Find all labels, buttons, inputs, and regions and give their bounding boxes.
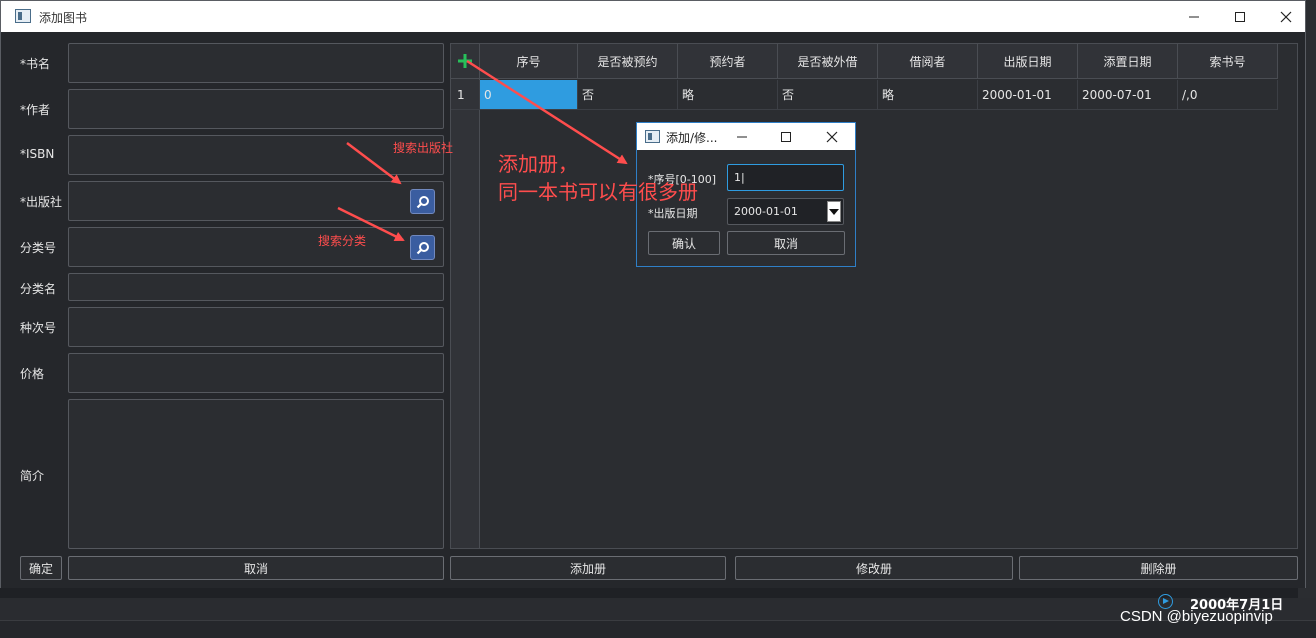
dialog-maximize-button[interactable] (764, 123, 808, 150)
dialog-window-icon (645, 130, 660, 143)
watermark: CSDN @biyezuopinvip (1120, 608, 1273, 625)
annotation-add-copy-line1: 添加册， (498, 152, 578, 176)
dialog-date-label: *出版日期 (648, 207, 698, 220)
dialog-cancel-button[interactable]: 取消 (727, 231, 845, 255)
dialog-minimize-button[interactable] (720, 123, 764, 150)
dialog-date-value: 2000-01-01 (734, 205, 798, 218)
annotation-arrows (337, 59, 628, 242)
annotation-add-copy: 添加册， 同一本书可以有很多册 (498, 150, 698, 206)
date-dropdown-button[interactable] (827, 201, 841, 222)
dialog-seq-input[interactable]: 1| (727, 164, 844, 191)
dialog-date-picker[interactable]: 2000-01-01 (727, 198, 844, 225)
maximize-icon (781, 131, 791, 142)
play-icon (1158, 594, 1173, 609)
dialog-title: 添加/修... (666, 131, 718, 145)
close-icon (826, 131, 838, 142)
dialog-close-button[interactable] (810, 123, 854, 150)
arrow-to-dialog (466, 59, 628, 165)
chevron-down-icon (829, 208, 839, 215)
dialog-title-bar: 添加/修... (637, 123, 855, 150)
annotation-add-copy-line2: 同一本书可以有很多册 (498, 180, 698, 204)
annotation-search-publisher: 搜索出版社 (393, 141, 454, 155)
dialog-ok-button[interactable]: 确认 (648, 231, 720, 255)
minimize-icon (737, 136, 747, 137)
annotation-search-class: 搜索分类 (318, 234, 367, 248)
